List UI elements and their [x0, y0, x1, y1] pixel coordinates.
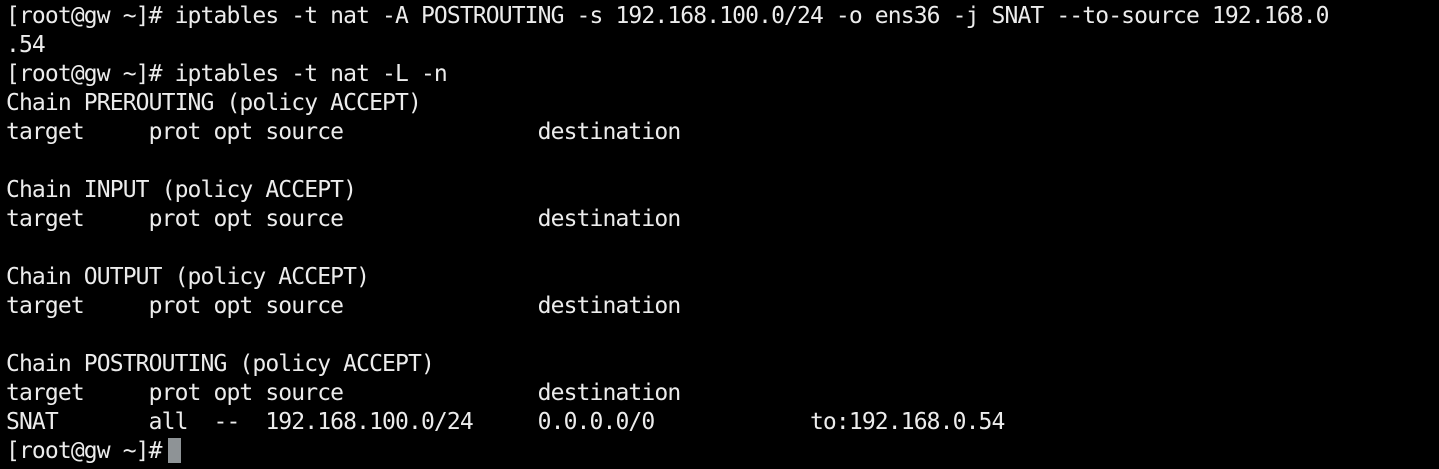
chain-input-header: Chain INPUT (policy ACCEPT): [6, 177, 357, 203]
chain-output-columns: target prot opt source destination: [6, 293, 681, 319]
command-line-snat-wrap: .54: [6, 32, 46, 58]
snat-rule-row: SNAT all -- 192.168.100.0/24 0.0.0.0/0 t…: [6, 409, 1005, 435]
text-cursor: [167, 438, 181, 463]
shell-prompt: [root@gw ~]#: [6, 438, 162, 464]
chain-prerouting-header: Chain PREROUTING (policy ACCEPT): [6, 90, 422, 116]
chain-postrouting-columns: target prot opt source destination: [6, 380, 681, 406]
chain-postrouting-header: Chain POSTROUTING (policy ACCEPT): [6, 351, 435, 377]
chain-prerouting-columns: target prot opt source destination: [6, 119, 681, 145]
chain-output-header: Chain OUTPUT (policy ACCEPT): [6, 264, 370, 290]
terminal-window[interactable]: [root@gw ~]# iptables -t nat -A POSTROUT…: [6, 0, 1434, 469]
command-line-list: [root@gw ~]# iptables -t nat -L -n: [6, 61, 448, 87]
chain-input-columns: target prot opt source destination: [6, 206, 681, 232]
prompt-line[interactable]: [root@gw ~]#: [6, 437, 1434, 466]
command-line-snat: [root@gw ~]# iptables -t nat -A POSTROUT…: [6, 3, 1330, 29]
